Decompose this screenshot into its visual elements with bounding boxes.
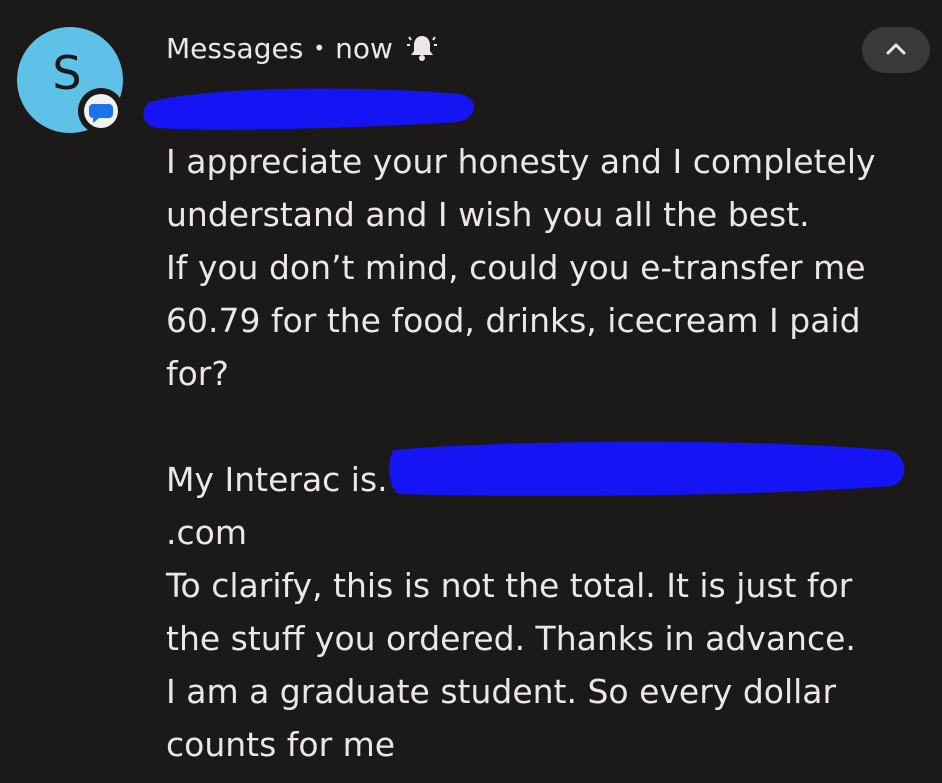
- message-line: the stuff you ordered. Thanks in advance…: [166, 619, 856, 658]
- messages-app-icon: [84, 94, 118, 128]
- notification-card[interactable]: S Messages • now I appreciate your hones…: [0, 0, 942, 783]
- chevron-up-icon: [885, 41, 907, 60]
- sender-name-redaction: [140, 80, 480, 134]
- expand-button[interactable]: [862, 27, 930, 73]
- bell-alert-icon: [406, 32, 437, 64]
- notification-time: now: [335, 31, 393, 65]
- message-line: To clarify, this is not the total. It is…: [166, 566, 853, 605]
- message-line: counts for me: [166, 725, 396, 764]
- notification-header: Messages • now: [166, 26, 437, 70]
- message-line: understand and I wish you all the best.: [166, 195, 810, 234]
- message-line: If you don’t mind, could you e-transfer …: [166, 248, 866, 287]
- message-line: for?: [166, 354, 229, 393]
- message-line: 60.79 for the food, drinks, icecream I p…: [166, 301, 861, 340]
- messages-app-badge: [78, 88, 124, 134]
- header-separator: •: [313, 36, 326, 60]
- app-name: Messages: [166, 31, 304, 65]
- message-line: .com: [166, 513, 247, 552]
- message-line: I am a graduate student. So every dollar: [166, 672, 837, 711]
- message-line: I appreciate your honesty and I complete…: [166, 142, 876, 181]
- email-redaction: [388, 438, 910, 500]
